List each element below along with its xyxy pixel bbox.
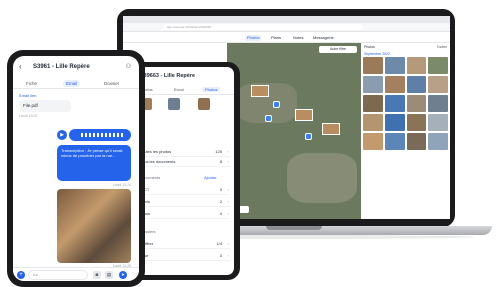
toolbar-plans[interactable]: Plans (269, 35, 283, 41)
gallery-thumb[interactable] (428, 114, 448, 131)
voice-message[interactable] (69, 129, 131, 141)
gallery-thumb[interactable] (363, 76, 383, 93)
message-input-bar: + Aa ◙ ▤ ➤ (13, 267, 139, 281)
map-pin[interactable] (273, 101, 280, 108)
phone-header: ‹ S3961 - Lille Repère ⚇ (13, 56, 139, 78)
email-label: Email lien (19, 93, 37, 98)
list-item[interactable]: DICT 3 › (140, 185, 230, 195)
gallery-thumb[interactable] (363, 133, 383, 150)
gallery-thumb[interactable] (406, 95, 427, 112)
list-item[interactable]: Tous les documents 8 › (140, 157, 230, 167)
url-field[interactable]: app.exemple.fr/chantiers/S39663 (163, 24, 363, 30)
back-icon[interactable]: ‹ (19, 62, 22, 71)
user-icon[interactable]: ⚇ (126, 63, 131, 70)
toolbar-notes[interactable]: Notes (291, 35, 305, 41)
list-item[interactable]: Mise 3 › (140, 251, 230, 261)
chevron-right-icon: › (227, 241, 229, 246)
gallery-thumb[interactable] (428, 95, 448, 112)
chevron-right-icon: › (227, 253, 229, 258)
gallery-thumb[interactable] (428, 76, 448, 93)
map-photo-marker[interactable] (295, 109, 313, 121)
list-item[interactable]: Chiffrer 1/4 › (140, 239, 230, 249)
toolbar-messagerie[interactable]: Messagerie (311, 35, 336, 41)
tablet-tabs: Infos Envoi Photos (136, 85, 234, 95)
chevron-right-icon: › (227, 149, 229, 154)
gallery-thumb[interactable] (384, 114, 405, 131)
list-item[interactable]: Toutes les photos 125 › (140, 147, 230, 157)
tablet-thumbnails (140, 98, 230, 110)
gallery-thumb[interactable] (406, 114, 427, 131)
tablet-screen: S39663 - Lille Repère Infos Envoi Photos… (136, 67, 234, 275)
chevron-right-icon: › (227, 211, 229, 216)
add-icon[interactable]: + (17, 271, 25, 279)
add-document-link[interactable]: Ajouter (204, 175, 217, 180)
gallery-thumb[interactable] (363, 57, 383, 74)
map-photo-marker[interactable] (322, 123, 340, 135)
map-area (287, 153, 357, 203)
gallery-date-title: Septembre 2022 (364, 52, 390, 56)
transcription-bubble: Transcription : Je pense qu'il serait mi… (57, 145, 131, 181)
phone-title: S3961 - Lille Repère (33, 64, 90, 70)
map-photo-marker[interactable] (251, 85, 269, 97)
laptop-notch (266, 226, 322, 230)
phone-tabs: Fiche Email Dossier (13, 78, 139, 89)
gallery-thumb[interactable] (384, 57, 405, 74)
app-toolbar: Photos Plans Notes Messagerie (123, 33, 450, 43)
list-item[interactable]: Plans 4 › (140, 209, 230, 219)
photo-thumb[interactable] (168, 98, 180, 110)
file-attachment[interactable]: File.pdf (19, 100, 71, 112)
phone-screen: ‹ S3961 - Lille Repère ⚇ Fiche Email Dos… (13, 56, 139, 281)
audio-waveform (81, 133, 125, 137)
gallery-thumb[interactable] (428, 133, 448, 150)
gallery-thumb[interactable] (384, 95, 405, 112)
satellite-map[interactable]: Autre filtre (227, 43, 361, 219)
toolbar-photos[interactable]: Photos (245, 35, 262, 41)
file-timestamp: Lundi 13:02 (19, 114, 38, 118)
gallery-thumb[interactable] (406, 57, 427, 74)
gallery-thumb[interactable] (363, 95, 383, 112)
gallery-tab[interactable]: Toutes (437, 43, 447, 51)
transcription-timestamp: Lundi 13:24 (112, 183, 131, 187)
play-icon[interactable]: ▶ (57, 130, 67, 140)
tablet-title: S39663 - Lille Repère (140, 73, 196, 79)
gallery-icon[interactable]: ▤ (105, 271, 113, 279)
chevron-right-icon: › (227, 199, 229, 204)
chevron-right-icon: › (227, 159, 229, 164)
tablet-tab-envoi[interactable]: Envoi (174, 87, 184, 92)
tab-dossier[interactable]: Dossier (101, 80, 122, 87)
map-filter-button[interactable]: Autre filtre (319, 46, 357, 53)
camera-icon[interactable]: ◙ (93, 271, 101, 279)
browser-tab-strip (123, 16, 450, 23)
gallery-grid (363, 57, 448, 217)
message-input[interactable]: Aa (28, 270, 88, 280)
tab-email[interactable]: Email (63, 80, 81, 87)
gallery-thumb[interactable] (406, 76, 427, 93)
gallery-thumb[interactable] (406, 133, 427, 150)
gallery-thumb[interactable] (384, 133, 405, 150)
list-item[interactable]: Devis 2 › (140, 197, 230, 207)
map-pin[interactable] (305, 133, 312, 140)
tab-fiche[interactable]: Fiche (23, 80, 40, 87)
gallery-thumb[interactable] (428, 57, 448, 74)
browser-url-bar: app.exemple.fr/chantiers/S39663 (123, 23, 450, 32)
photo-thumb[interactable] (198, 98, 210, 110)
tablet-tab-infos[interactable]: Infos (144, 87, 153, 92)
photo-gallery-panel: Photos Toutes Septembre 2022 (361, 43, 450, 219)
tablet-tab-photos[interactable]: Photos (202, 87, 221, 92)
map-pin[interactable] (265, 115, 272, 122)
send-icon[interactable]: ➤ (119, 271, 127, 279)
chat-photo[interactable] (57, 189, 131, 263)
chevron-right-icon: › (227, 187, 229, 192)
gallery-thumb[interactable] (384, 76, 405, 93)
gallery-thumb[interactable] (363, 114, 383, 131)
